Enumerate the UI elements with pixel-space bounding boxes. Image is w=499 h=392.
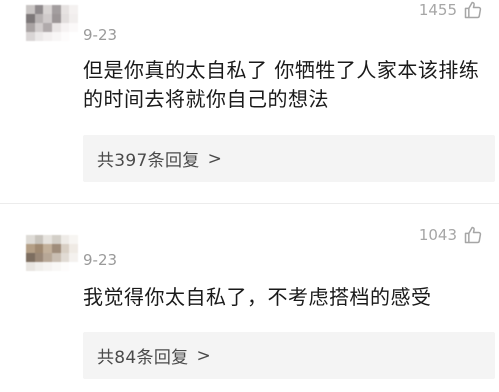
comment-item: 9-23 1455 但是你真的太自私了 你牺牲了人家本该排练的时间去将就你自己的… (0, 0, 499, 200)
like-button[interactable]: 1455 (419, 0, 483, 20)
like-button[interactable]: 1043 (419, 225, 483, 245)
view-replies-button[interactable]: 共84条回复 > (83, 332, 495, 379)
like-count: 1455 (418, 1, 457, 19)
comment-list: 9-23 1455 但是你真的太自私了 你牺牲了人家本该排练的时间去将就你自己的… (0, 0, 499, 392)
user-avatar[interactable] (26, 235, 78, 271)
comment-text: 但是你真的太自私了 你牺牲了人家本该排练的时间去将就你自己的想法 (83, 58, 480, 111)
comment-date: 9-23 (83, 251, 118, 269)
chevron-right-icon: > (196, 345, 211, 366)
reply-count: 共84条回复 (97, 348, 189, 368)
reply-count: 共397条回复 (97, 151, 200, 171)
thumbs-up-icon[interactable] (463, 225, 483, 245)
view-replies-button[interactable]: 共397条回复 > (83, 135, 495, 182)
like-count: 1043 (418, 226, 457, 244)
chevron-right-icon: > (207, 148, 222, 169)
thumbs-up-icon[interactable] (463, 0, 483, 20)
comment-date: 9-23 (83, 26, 118, 44)
comment-text: 我觉得你太自私了，不考虑搭档的感受 (83, 285, 432, 309)
comment-divider (0, 203, 499, 204)
user-avatar[interactable] (26, 5, 78, 41)
comment-item: 9-23 1043 我觉得你太自私了，不考虑搭档的感受 共84条回复 > (0, 215, 499, 392)
